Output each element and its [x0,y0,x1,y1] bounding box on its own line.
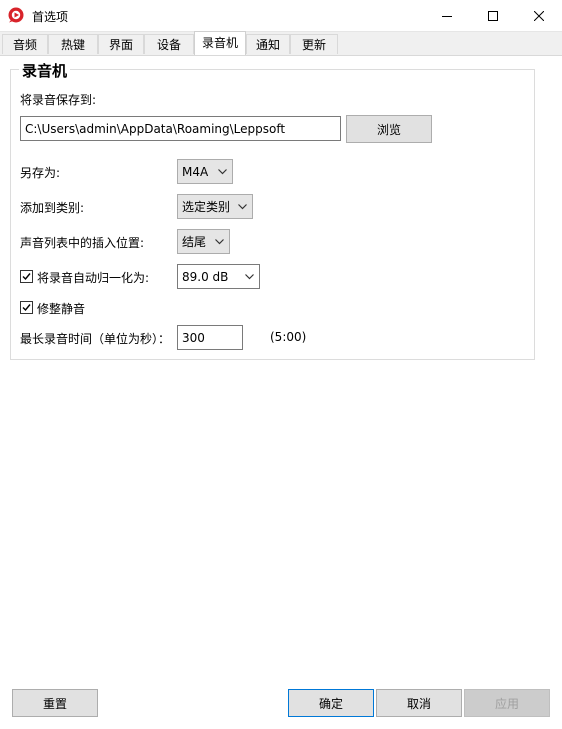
ok-button[interactable]: 确定 [288,689,374,717]
cancel-button[interactable]: 取消 [376,689,462,717]
minimize-button[interactable] [424,0,470,31]
recorder-group: 录音机 将录音保存到: 浏览 另存为: M4A 添加到类别: 选定类别 声音列表… [10,60,535,360]
normalize-checkbox[interactable] [20,270,33,283]
normalize-value: 89.0 dB [182,269,229,284]
recorder-panel: 录音机 将录音保存到: 浏览 另存为: M4A 添加到类别: 选定类别 声音列表… [0,55,562,729]
max-time-input[interactable] [177,325,243,350]
tab-bar: 音频 热键 界面 设备 录音机 通知 更新 [0,31,562,55]
save-path-label: 将录音保存到: [20,93,97,107]
close-icon [534,10,544,21]
tab-audio[interactable]: 音频 [2,34,48,54]
save-as-value: M4A [182,164,209,179]
group-title: 录音机 [19,60,71,81]
checkmark-icon [22,304,31,312]
app-logo-icon [8,7,24,23]
chevron-down-icon [218,168,227,174]
tab-interface[interactable]: 界面 [98,34,144,54]
checkmark-icon [22,273,31,281]
save-path-input[interactable] [20,116,341,141]
insert-position-dropdown[interactable]: 结尾 [177,229,230,254]
maximize-button[interactable] [470,0,516,31]
category-value: 选定类别 [182,200,231,214]
tab-recorder[interactable]: 录音机 [194,31,246,55]
close-button[interactable] [516,0,562,31]
chevron-down-icon [215,238,224,244]
trim-silence-label: 修整静音 [37,302,86,316]
chevron-down-icon [245,273,254,279]
maximize-icon [488,10,498,21]
normalize-label: 将录音自动归一化为: [37,271,150,285]
tab-devices[interactable]: 设备 [144,34,194,54]
window-title: 首选项 [32,10,69,24]
normalize-dropdown[interactable]: 89.0 dB [177,264,260,289]
minimize-icon [442,15,452,17]
max-time-label: 最长录音时间（单位为秒）： [20,332,171,346]
category-label: 添加到类别: [20,201,85,215]
tab-notifications[interactable]: 通知 [246,34,290,54]
save-as-dropdown[interactable]: M4A [177,159,233,184]
browse-button[interactable]: 浏览 [346,115,432,143]
category-dropdown[interactable]: 选定类别 [177,194,253,219]
save-as-label: 另存为: [20,166,61,180]
tab-updates[interactable]: 更新 [290,34,338,54]
tab-hotkeys[interactable]: 热键 [48,34,98,54]
insert-position-label: 声音列表中的插入位置: [20,236,145,250]
reset-button[interactable]: 重置 [12,689,98,717]
max-time-display: (5:00) [270,330,307,344]
title-bar: 首选项 [0,0,562,32]
insert-position-value: 结尾 [182,235,207,249]
chevron-down-icon [238,203,247,209]
trim-silence-checkbox[interactable] [20,301,33,314]
apply-button[interactable]: 应用 [464,689,550,717]
